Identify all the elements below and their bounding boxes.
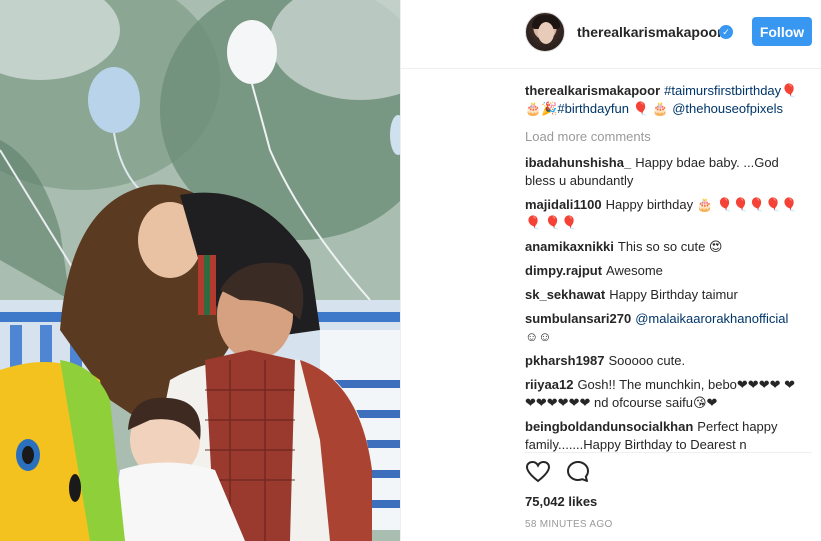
caption-hashtag-taimursfirstbirthday[interactable]: #taimursfirstbirthday: [664, 83, 781, 98]
family-photo-illustration: [0, 0, 400, 541]
comment-username[interactable]: sumbulansari270: [525, 311, 631, 326]
comment-item: riiyaa12 Gosh!! The munchkin, bebo❤❤❤❤ ❤❤…: [525, 376, 800, 412]
post-photo[interactable]: [0, 0, 400, 541]
comment-bubble-icon[interactable]: [565, 459, 591, 485]
comment-item: sk_sekhawat Happy Birthday taimur: [525, 286, 800, 304]
comment-username[interactable]: beingboldandunsocialkhan: [525, 419, 693, 434]
load-more-comments-button[interactable]: Load more comments: [525, 128, 800, 146]
comment-text: This so so cute 😍: [617, 239, 723, 254]
post-actions: [525, 459, 805, 489]
post-caption: therealkarismakapoor #taimursfirstbirthda…: [525, 82, 800, 118]
verified-badge-icon: ✓: [719, 25, 733, 39]
caption-hashtag-birthdayfun[interactable]: #birthdayfun: [557, 101, 629, 116]
post-side-panel: therealkarismakapoor ✓ Follow therealkar…: [400, 0, 821, 541]
comment-item: dimpy.rajput Awesome: [525, 262, 800, 280]
caption-emojis-2: 🎈 🎂: [632, 101, 669, 116]
comment-text: Happy Birthday taimur: [609, 287, 738, 302]
caption-mention[interactable]: @thehouseofpixels: [672, 101, 783, 116]
comment-username[interactable]: pkharsh1987: [525, 353, 605, 368]
comments-list[interactable]: therealkarismakapoor #taimursfirstbirthda…: [525, 82, 800, 452]
author-username[interactable]: therealkarismakapoor: [577, 24, 723, 40]
comment-text: ☺☺: [525, 329, 552, 344]
actions-divider: [525, 452, 812, 453]
comment-username[interactable]: sk_sekhawat: [525, 287, 605, 302]
comment-username[interactable]: majidali1100: [525, 197, 602, 212]
author-avatar[interactable]: [525, 12, 565, 52]
comment-item: beingboldandunsocialkhan Perfect happy fa…: [525, 418, 800, 452]
heart-icon[interactable]: [525, 459, 551, 485]
comment-item: anamikaxnikki This so so cute 😍: [525, 238, 800, 256]
comment-item: majidali1100 Happy birthday 🎂 🎈🎈🎈🎈🎈🎈 🎈🎈: [525, 196, 800, 232]
comment-mention[interactable]: @malaikaarorakhanofficial: [635, 311, 788, 326]
caption-username[interactable]: therealkarismakapoor: [525, 83, 660, 98]
comment-username[interactable]: dimpy.rajput: [525, 263, 602, 278]
post-header: therealkarismakapoor ✓ Follow: [401, 0, 821, 69]
comment-item: sumbulansari270 @malaikaarorakhanofficial…: [525, 310, 800, 346]
avatar-face: [538, 22, 554, 44]
comment-username[interactable]: riiyaa12: [525, 377, 573, 392]
comment-username[interactable]: anamikaxnikki: [525, 239, 614, 254]
comment-text: Awesome: [606, 263, 663, 278]
comment-item: ibadahunshisha_ Happy bdae baby. ...God b…: [525, 154, 800, 190]
likes-count[interactable]: 75,042 likes: [525, 494, 597, 509]
follow-button[interactable]: Follow: [752, 17, 812, 46]
comment-item: pkharsh1987 Sooooo cute.: [525, 352, 800, 370]
comment-text: Sooooo cute.: [608, 353, 686, 368]
post-timestamp[interactable]: 58 MINUTES AGO: [525, 519, 613, 530]
comment-username[interactable]: ibadahunshisha_: [525, 155, 631, 170]
